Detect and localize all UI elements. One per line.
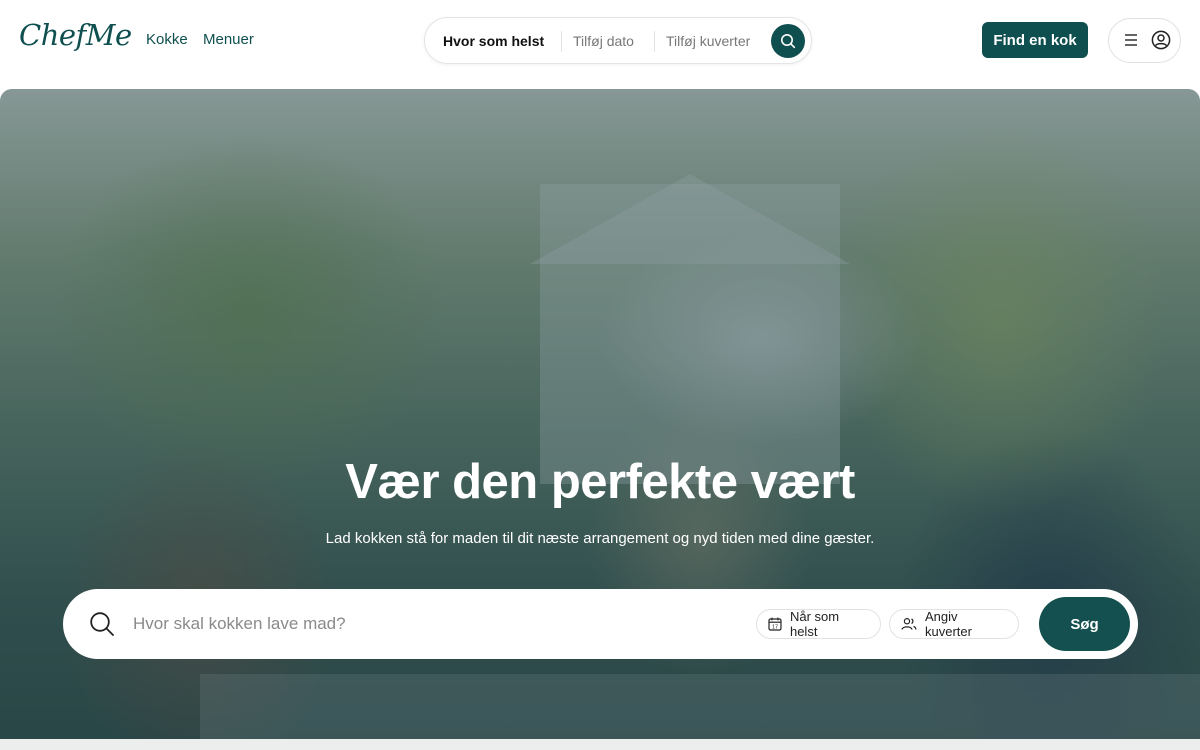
user-circle-icon [1151, 30, 1171, 50]
guests-chip-label: Angiv kuverter [924, 609, 972, 639]
nav-link-kokke[interactable]: Kokke [146, 31, 188, 48]
segment-divider [561, 31, 562, 52]
chefme-logo[interactable]: ChefMe [19, 18, 132, 52]
hamburger-icon [1125, 34, 1137, 46]
location-search-input[interactable] [133, 610, 693, 638]
svg-text:17: 17 [772, 625, 778, 631]
calendar-icon: 17 [768, 617, 782, 631]
search-guests-segment[interactable]: Tilføj kuverter [666, 33, 750, 49]
next-section-edge [0, 739, 1200, 750]
search-icon [781, 34, 796, 49]
search-submit-button[interactable]: Søg [1039, 597, 1130, 651]
nav-link-menuer[interactable]: Menuer [203, 31, 254, 48]
search-icon [90, 612, 114, 636]
header-search-pill[interactable]: Hvor som helst Tilføj dato Tilføj kuvert… [424, 17, 812, 64]
segment-divider [654, 31, 655, 52]
date-chip-label: Når som helst [789, 609, 840, 639]
hero-section: Vær den perfekte vært Lad kokken stå for… [0, 89, 1200, 739]
hero-subtitle: Lad kokken stå for maden til dit næste a… [325, 530, 875, 547]
find-chef-button[interactable]: Find en kok [982, 22, 1088, 58]
date-chip[interactable]: 17 Når som helst [756, 609, 881, 639]
search-date-segment[interactable]: Tilføj dato [573, 33, 634, 49]
users-icon [901, 618, 917, 630]
header-search-button[interactable] [771, 24, 805, 58]
top-header: ChefMe Kokke Menuer Hvor som helst Tilfø… [0, 0, 1200, 88]
search-where-segment[interactable]: Hvor som helst [443, 33, 544, 49]
hero-title: Vær den perfekte vært [345, 455, 855, 509]
guests-chip[interactable]: Angiv kuverter [889, 609, 1019, 639]
hero-search-bar: 17 Når som helst Angiv kuverter Søg [63, 589, 1138, 659]
user-menu-button[interactable] [1108, 18, 1181, 63]
